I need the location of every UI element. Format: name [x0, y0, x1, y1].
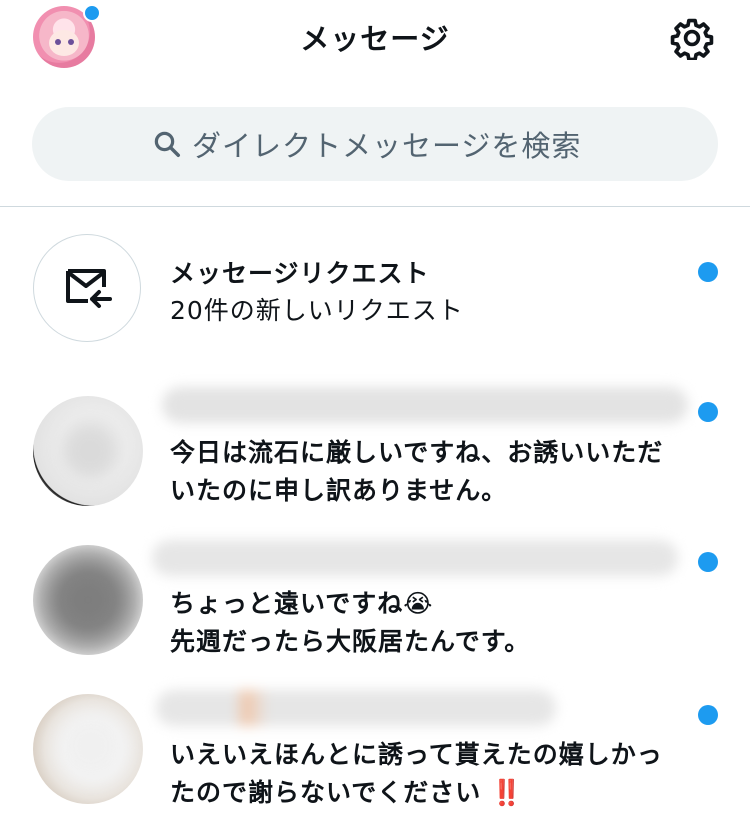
double-exclamation-emoji: ‼️ [490, 778, 524, 807]
crying-emoji: 😭 [403, 589, 434, 618]
unread-dot [698, 705, 718, 725]
search-input[interactable]: ダイレクトメッセージを検索 [32, 107, 718, 181]
blurred-photo [53, 565, 123, 635]
message-requests-subtitle: 20件の新しいリクエスト [170, 296, 464, 325]
message-text: たので謝らないでください [170, 778, 482, 807]
divider [0, 206, 750, 207]
page-title: メッセージ [300, 22, 450, 56]
unread-dot [698, 262, 718, 282]
message-preview[interactable]: いえいえほんとに誘って貰えたの嬉しかっ たので謝らないでください ‼️ [170, 736, 663, 812]
conversation-avatar[interactable] [33, 396, 143, 506]
search-placeholder: ダイレクトメッセージを検索 [192, 129, 582, 163]
message-line: 先週だったら大阪居たんです。 [170, 627, 531, 656]
message-preview[interactable]: ちょっと遠いですね😭 先週だったら大阪居たんです。 [170, 585, 530, 661]
blurred-username [152, 540, 678, 576]
blurred-photo [59, 714, 123, 778]
envelope-arrow-icon [66, 269, 112, 308]
message-line: いえいえほんとに誘って貰えたの嬉しかっ [170, 740, 663, 769]
message-line: いたのに申し訳ありません。 [170, 476, 508, 505]
unread-dot [698, 402, 718, 422]
message-line: 今日は流石に厳しいですね、お誘いいただ [170, 438, 664, 467]
message-requests-title[interactable]: メッセージリクエスト [170, 254, 430, 290]
blurred-username [156, 690, 556, 726]
search-icon [154, 131, 180, 157]
message-preview[interactable]: 今日は流石に厳しいですね、お誘いいただ いたのに申し訳ありません。 [170, 434, 663, 510]
message-line: ちょっと遠いですね😭 [170, 585, 530, 623]
blurred-username [162, 387, 688, 423]
gear-icon[interactable] [670, 16, 714, 60]
conversation-avatar[interactable] [33, 694, 143, 804]
conversation-avatar[interactable] [33, 545, 143, 655]
blurred-photo [63, 424, 117, 478]
top-bar: メッセージ [0, 0, 750, 80]
message-requests-button[interactable] [33, 234, 141, 342]
message-text: ちょっと遠いですね [170, 589, 404, 618]
unread-dot [698, 552, 718, 572]
message-line: たので謝らないでください ‼️ [170, 774, 663, 812]
